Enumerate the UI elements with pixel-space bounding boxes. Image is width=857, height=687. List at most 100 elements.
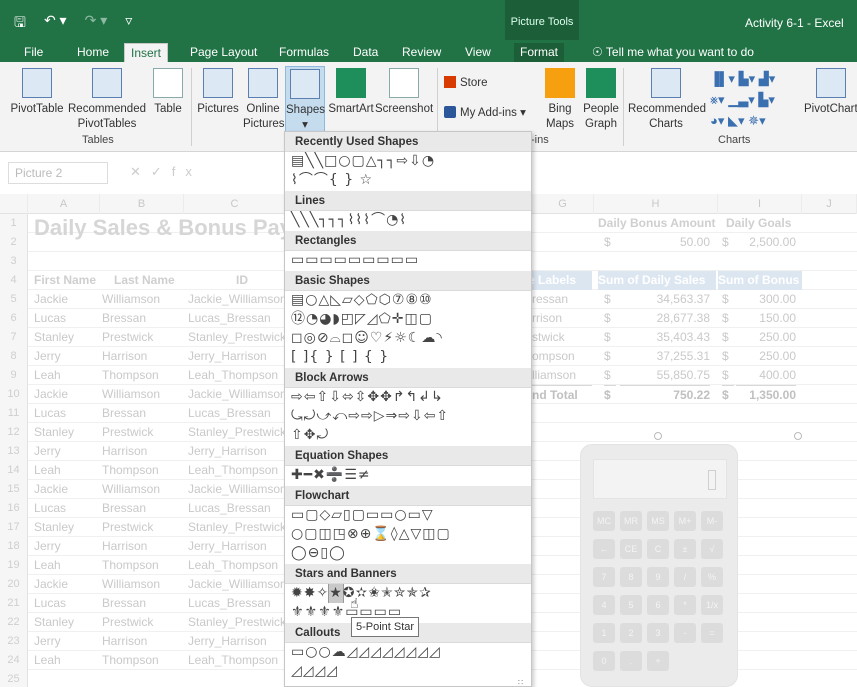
tell-me-box[interactable]: ☉ Tell me what you want to do — [592, 43, 754, 62]
currency-symbol[interactable]: $ — [722, 233, 734, 252]
tab-formulas[interactable]: Formulas — [273, 43, 335, 62]
currency-symbol[interactable]: $ — [722, 290, 734, 309]
pivotchart-button[interactable]: PivotChart — [804, 68, 857, 117]
first-name-cell[interactable]: Lucas — [34, 404, 100, 423]
tab-page-layout[interactable]: Page Layout — [184, 43, 263, 62]
last-name-cell[interactable]: Bressan — [102, 404, 184, 423]
last-name-cell[interactable]: Williamson — [102, 290, 184, 309]
row-header[interactable]: 24 — [0, 651, 28, 670]
last-name-cell[interactable]: Harrison — [102, 347, 184, 366]
row-header[interactable]: 14 — [0, 461, 28, 480]
last-name-cell[interactable]: Prestwick — [102, 423, 184, 442]
column-header[interactable]: B — [100, 194, 184, 214]
pivot-bonus-value[interactable]: 300.00 — [736, 290, 796, 309]
row-header[interactable]: 17 — [0, 518, 28, 537]
customize-qat-icon[interactable]: ▿ — [125, 12, 132, 36]
id-cell[interactable]: Jackie_Williamson — [188, 385, 284, 404]
tab-home[interactable]: Home — [71, 43, 115, 62]
id-cell[interactable]: Jerry_Harrison — [188, 537, 284, 556]
shape-row[interactable]: ▤○△◺▱◇⬠⬡⑦⑧⑩ — [285, 291, 531, 310]
last-name-cell[interactable]: Bressan — [102, 309, 184, 328]
screenshot-button[interactable]: Screenshot — [375, 68, 433, 117]
last-name-cell[interactable]: Harrison — [102, 632, 184, 651]
id-cell[interactable]: Lucas_Bressan — [188, 594, 284, 613]
daily-bonus-amount-value[interactable]: 50.00 — [620, 233, 710, 252]
shape-row[interactable]: ○▢◫◳⊗⊕⌛◊△▽◫▢ — [285, 525, 531, 544]
column-chart-icon[interactable]: ▐▌▾ — [710, 71, 735, 86]
smartart-button[interactable]: SmartArt — [326, 68, 376, 117]
pivot-bonus-value[interactable]: 250.00 — [736, 328, 796, 347]
pictures-button[interactable]: Pictures — [196, 68, 240, 117]
row-header[interactable]: 8 — [0, 347, 28, 366]
area-chart-icon[interactable]: ◣▾ — [728, 113, 745, 128]
pie-chart-icon[interactable]: ◕▾ — [710, 113, 724, 128]
id-cell[interactable]: Jackie_Williamson — [188, 290, 284, 309]
shape-row[interactable]: ▭▢◇▱▯▢▭▭○▭▽ — [285, 506, 531, 525]
last-name-cell[interactable]: Prestwick — [102, 328, 184, 347]
pivot-total-sales[interactable]: 750.22 — [620, 385, 710, 404]
first-name-cell[interactable]: Lucas — [34, 499, 100, 518]
tab-insert[interactable]: Insert — [124, 43, 169, 62]
currency-symbol[interactable]: $ — [722, 309, 734, 328]
row-header[interactable]: 5 — [0, 290, 28, 309]
last-name-cell[interactable]: Prestwick — [102, 613, 184, 632]
id-cell[interactable]: Leah_Thompson — [188, 556, 284, 575]
row-header[interactable]: 10 — [0, 385, 28, 404]
last-name-cell[interactable]: Williamson — [102, 480, 184, 499]
shape-row[interactable]: ⇨⇦⇧⇩⬄⇳✥✥↱↰↲↳ — [285, 388, 531, 407]
resize-handle[interactable] — [794, 432, 802, 440]
function-icon[interactable]: ✕✓fx — [130, 164, 202, 180]
last-name-header[interactable]: Last Name — [114, 271, 184, 290]
my-addins-button[interactable]: My Add-ins ▾ — [444, 106, 526, 121]
five-point-star-shape[interactable]: ★ — [328, 584, 344, 603]
shape-row[interactable]: ▭▭▭▭▭▭▭▭▭ — [285, 251, 531, 270]
pivot-sales-value[interactable]: 35,403.43 — [620, 328, 710, 347]
first-name-cell[interactable]: Leah — [34, 556, 100, 575]
shape-row[interactable]: ◻◎⊘⌓◻☺♡⚡☼☾☁◝ — [285, 329, 531, 348]
first-name-cell[interactable]: Jerry — [34, 442, 100, 461]
shape-row[interactable]: ▭○○☁◿◿◿◿◿◿◿◿ — [285, 643, 531, 662]
id-cell[interactable]: Lucas_Bressan — [188, 404, 284, 423]
id-cell[interactable]: Stanley_Prestwick — [188, 423, 284, 442]
row-header[interactable]: 6 — [0, 309, 28, 328]
last-name-cell[interactable]: Thompson — [102, 556, 184, 575]
id-cell[interactable]: Jerry_Harrison — [188, 347, 284, 366]
first-name-cell[interactable]: Leah — [34, 651, 100, 670]
shape-row[interactable]: ⑫◔◕◗◰◸◿⬠✛◫▢ — [285, 310, 531, 329]
bing-maps-button[interactable]: Bing Maps — [540, 68, 580, 132]
currency-symbol[interactable]: $ — [722, 385, 734, 404]
column-header[interactable]: A — [28, 194, 100, 214]
table-button[interactable]: Table — [150, 68, 186, 117]
last-name-cell[interactable]: Thompson — [102, 461, 184, 480]
recommended-charts-button[interactable]: Recommended Charts — [628, 68, 706, 132]
pivot-bonus-value[interactable]: 150.00 — [736, 309, 796, 328]
last-name-cell[interactable]: Bressan — [102, 594, 184, 613]
currency-symbol[interactable]: $ — [604, 290, 616, 309]
rotate-handle[interactable] — [654, 432, 662, 440]
chart-type-buttons[interactable]: ▐▌▾ ▙▾ ▟▾ ⨳▾ ▁▃▾ ▙▾ ◕▾ ◣▾ ✵▾ — [710, 68, 800, 131]
row-header[interactable]: 7 — [0, 328, 28, 347]
scatter-chart-icon[interactable]: ✵▾ — [748, 113, 765, 128]
row-header[interactable]: 2 — [0, 233, 28, 252]
shape-row[interactable]: ⌇⌒⌒{ } ☆ — [285, 171, 531, 190]
first-name-cell[interactable]: Stanley — [34, 423, 100, 442]
row-header[interactable]: 3 — [0, 252, 28, 271]
row-header[interactable]: 13 — [0, 442, 28, 461]
statistic-chart-icon[interactable]: ▁▃▾ — [728, 92, 755, 107]
tab-review[interactable]: Review — [396, 43, 447, 62]
last-name-cell[interactable]: Prestwick — [102, 518, 184, 537]
daily-goals-label[interactable]: Daily Goals — [726, 214, 800, 233]
id-cell[interactable]: Leah_Thompson — [188, 366, 284, 385]
row-header[interactable]: 21 — [0, 594, 28, 613]
first-name-cell[interactable]: Jackie — [34, 290, 100, 309]
tab-data[interactable]: Data — [347, 43, 384, 62]
online-pictures-button[interactable]: Online Pictures — [243, 68, 285, 132]
id-cell[interactable]: Lucas_Bressan — [188, 309, 284, 328]
pivot-row-label[interactable]: rrison — [532, 309, 592, 328]
sheet-title[interactable]: Daily Sales & Bonus Pay — [34, 215, 292, 241]
currency-symbol[interactable]: $ — [722, 347, 734, 366]
name-box[interactable]: Picture 2 — [8, 162, 108, 184]
column-header[interactable]: C — [184, 194, 286, 214]
pivot-sum-bonus-header[interactable]: Sum of Bonus — [718, 271, 802, 290]
row-header[interactable]: 1 — [0, 214, 28, 233]
